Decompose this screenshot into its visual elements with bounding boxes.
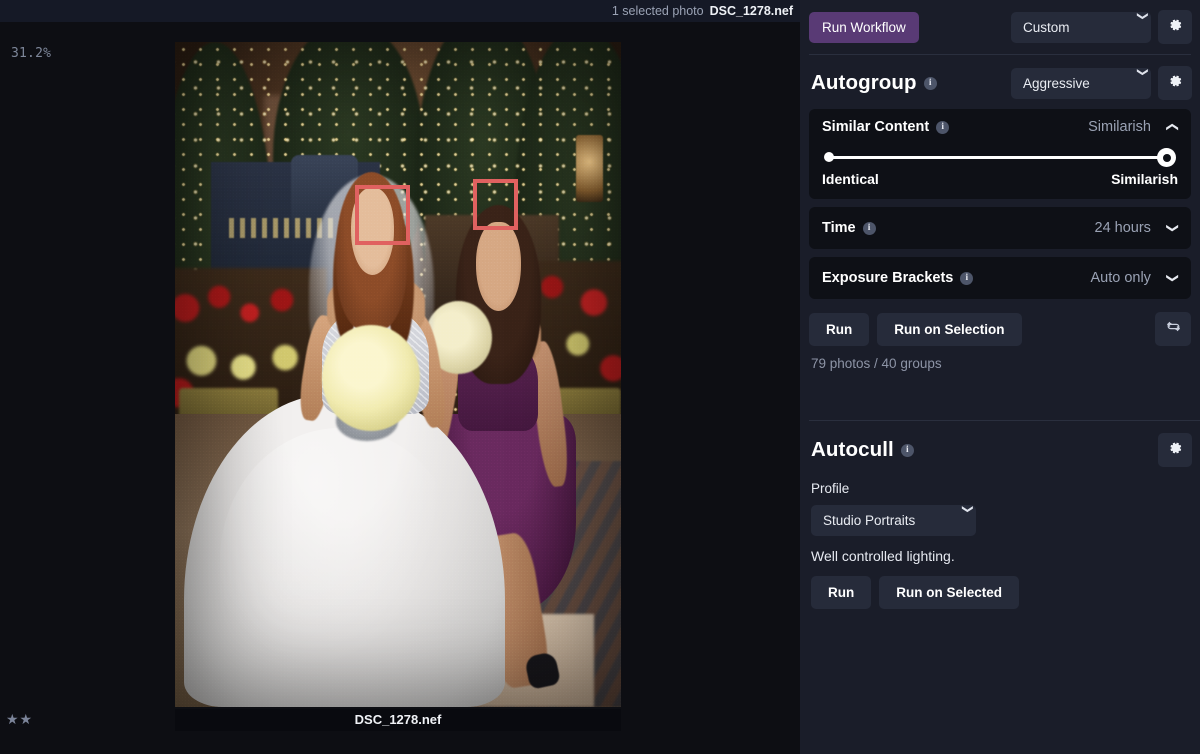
autocull-profile-dropdown[interactable]: Studio Portraits ❯ xyxy=(811,505,976,536)
workflow-toolbar: Run Workflow Custom ❯ xyxy=(800,0,1200,54)
chevron-down-icon: ❯ xyxy=(1119,68,1150,99)
autogroup-actions: Run Run on Selection xyxy=(800,307,1200,346)
photo-filename-caption: DSC_1278.nef xyxy=(175,709,621,731)
autocull-title: Autocull xyxy=(811,438,894,462)
autocull-settings-button[interactable] xyxy=(1158,433,1192,467)
chevron-down-icon[interactable]: ❯ xyxy=(1167,223,1179,233)
autogroup-body: Similar Content i Similarish ❮ Identical… xyxy=(800,109,1200,299)
photo-image xyxy=(175,42,621,707)
app-root: 1 selected photo DSC_1278.nef 31.2% ★★ xyxy=(0,0,1200,754)
selection-count-label: 1 selected photo xyxy=(612,4,704,18)
chevron-up-icon[interactable]: ❮ xyxy=(1167,122,1179,132)
autocull-profile-value: Studio Portraits xyxy=(811,505,942,536)
gear-icon xyxy=(1167,440,1183,461)
autogroup-settings-button[interactable] xyxy=(1158,66,1192,100)
autocull-header: Autocull i xyxy=(800,421,1200,473)
selection-status-bar: 1 selected photo DSC_1278.nef xyxy=(0,0,800,22)
info-icon[interactable]: i xyxy=(924,77,937,90)
autogroup-preset-dropdown[interactable]: Aggressive ❯ xyxy=(1011,68,1151,99)
chevron-down-icon[interactable]: ❯ xyxy=(1167,273,1179,283)
workflow-preset-value: Custom xyxy=(1011,12,1117,43)
refresh-loop-icon xyxy=(1165,318,1182,340)
similar-content-card: Similar Content i Similarish ❮ Identical… xyxy=(809,109,1191,199)
time-card[interactable]: Time i 24 hours ❯ xyxy=(809,207,1191,249)
tools-panel: Run Workflow Custom ❯ Autogroup i Aggres… xyxy=(800,0,1200,754)
info-icon[interactable]: i xyxy=(863,222,876,235)
similar-content-header[interactable]: Similar Content i Similarish ❮ xyxy=(822,119,1178,135)
autogroup-run-selection-button[interactable]: Run on Selection xyxy=(877,313,1021,346)
photo-vignette xyxy=(175,42,621,707)
slider-track xyxy=(828,156,1167,159)
autogroup-stats-label: 79 photos / 40 groups xyxy=(800,346,1200,371)
similar-content-value: Similarish xyxy=(1088,119,1151,135)
chevron-down-icon: ❯ xyxy=(944,505,975,536)
autogroup-run-button[interactable]: Run xyxy=(809,313,869,346)
run-workflow-button[interactable]: Run Workflow xyxy=(809,12,919,43)
profile-description: Well controlled lighting. xyxy=(800,536,1200,564)
profile-dropdown-row: Studio Portraits ❯ xyxy=(800,496,1200,536)
exposure-brackets-value: Auto only xyxy=(1090,270,1150,286)
time-value: 24 hours xyxy=(1095,220,1151,236)
autogroup-refresh-button[interactable] xyxy=(1155,312,1191,346)
face-detection-box[interactable] xyxy=(355,185,410,245)
time-label: Time xyxy=(822,220,856,236)
photo-viewer[interactable]: DSC_1278.nef xyxy=(175,42,621,707)
autogroup-title: Autogroup xyxy=(811,71,917,95)
photo-canvas-area: 1 selected photo DSC_1278.nef 31.2% ★★ xyxy=(0,0,800,754)
info-icon[interactable]: i xyxy=(936,121,949,134)
slider-end-labels: Identical Similarish xyxy=(822,171,1178,187)
slider-max-label: Similarish xyxy=(1111,171,1178,187)
profile-field-label: Profile xyxy=(800,473,1200,496)
autogroup-header: Autogroup i Aggressive ❯ xyxy=(800,55,1200,109)
autocull-run-selected-button[interactable]: Run on Selected xyxy=(879,576,1019,609)
workflow-settings-button[interactable] xyxy=(1158,10,1192,44)
chevron-down-icon: ❯ xyxy=(1119,12,1150,43)
gear-icon xyxy=(1167,73,1183,94)
autocull-run-button[interactable]: Run xyxy=(811,576,871,609)
face-detection-box[interactable] xyxy=(473,179,518,230)
autogroup-preset-value: Aggressive xyxy=(1011,68,1117,99)
slider-handle[interactable] xyxy=(1157,148,1176,167)
zoom-level-label: 31.2% xyxy=(11,46,51,61)
exposure-brackets-header: Exposure Brackets i Auto only ❯ xyxy=(822,270,1178,286)
info-icon[interactable]: i xyxy=(901,444,914,457)
slider-min-label: Identical xyxy=(822,171,879,187)
exposure-brackets-card[interactable]: Exposure Brackets i Auto only ❯ xyxy=(809,257,1191,299)
selected-filename-label: DSC_1278.nef xyxy=(710,4,793,18)
similar-content-slider[interactable] xyxy=(824,146,1176,168)
star-rating-indicator[interactable]: ★★ xyxy=(6,712,33,726)
info-icon[interactable]: i xyxy=(960,272,973,285)
gear-icon xyxy=(1167,17,1183,38)
workflow-preset-dropdown[interactable]: Custom ❯ xyxy=(1011,12,1151,43)
autocull-section: Autocull i Profile Studio Portraits ❯ We… xyxy=(800,421,1200,609)
similar-content-label: Similar Content xyxy=(822,119,929,135)
autocull-actions: Run Run on Selected xyxy=(800,564,1200,609)
time-header: Time i 24 hours ❯ xyxy=(822,220,1178,236)
exposure-brackets-label: Exposure Brackets xyxy=(822,270,953,286)
